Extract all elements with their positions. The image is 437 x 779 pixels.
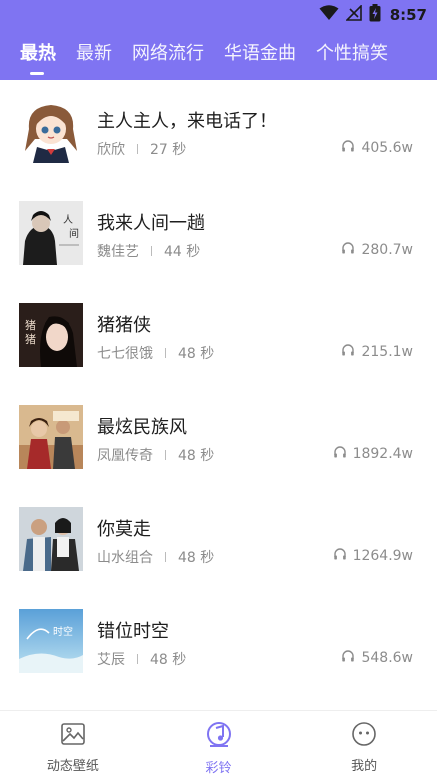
- svg-text:人: 人: [63, 214, 73, 226]
- bottom-navigation: 动态壁纸 彩铃 我的: [0, 710, 437, 779]
- top-bar: 8:57 最热 最新 网络流行 华语金曲 个性搞笑: [0, 0, 437, 80]
- divider: [165, 348, 166, 358]
- play-count: 215.1w: [341, 343, 413, 361]
- play-count: 405.6w: [341, 139, 413, 157]
- play-count-value: 1892.4w: [352, 446, 413, 462]
- headphones-icon: [333, 547, 347, 565]
- list-item[interactable]: 时空 错位时空 艾辰 48 秒 548.6w: [0, 590, 437, 692]
- artist-name: 艾辰: [97, 652, 125, 668]
- face-icon: [351, 721, 377, 751]
- nav-profile[interactable]: 我的: [291, 711, 437, 779]
- play-count: 280.7w: [341, 241, 413, 259]
- headphones-icon: [341, 241, 355, 259]
- album-cover: 猪 猪: [19, 303, 83, 367]
- tab-label: 最新: [76, 43, 112, 64]
- duration: 48 秒: [150, 652, 187, 668]
- song-meta: 魏佳艺 44 秒: [97, 241, 200, 261]
- album-cover: 时空: [19, 609, 83, 673]
- song-title: 主人主人，来电话了！: [97, 111, 277, 132]
- divider: [137, 144, 138, 154]
- artist-name: 山水组合: [97, 550, 153, 566]
- clock: 8:57: [389, 6, 427, 24]
- play-count-value: 280.7w: [361, 242, 413, 258]
- song-title: 猪猪侠: [97, 315, 151, 336]
- song-title: 我来人间一趟: [97, 213, 205, 234]
- play-count-value: 548.6w: [361, 650, 413, 666]
- list-item[interactable]: 猪 猪 猪猪侠 七七很饿 48 秒 215.1w: [0, 284, 437, 386]
- song-meta: 七七很饿 48 秒: [97, 343, 214, 363]
- play-count: 1264.9w: [333, 547, 413, 565]
- headphones-icon: [341, 649, 355, 667]
- ringtone-list: 主人主人，来电话了！ 欣欣 27 秒 405.6w 人 间 我来人间一趟 魏佳艺…: [0, 80, 437, 710]
- list-item[interactable]: 你莫走 山水组合 48 秒 1264.9w: [0, 488, 437, 590]
- song-title: 你莫走: [97, 519, 151, 540]
- nav-label: 彩铃: [205, 761, 232, 776]
- status-bar: 8:57: [0, 0, 437, 30]
- divider: [165, 552, 166, 562]
- duration: 48 秒: [178, 346, 215, 362]
- song-meta: 山水组合 48 秒: [97, 547, 214, 567]
- svg-text:时空: 时空: [53, 625, 73, 638]
- nav-label: 我的: [351, 759, 378, 774]
- nav-live-wallpaper[interactable]: 动态壁纸: [0, 711, 146, 779]
- headphones-icon: [333, 445, 347, 463]
- play-count: 548.6w: [341, 649, 413, 667]
- play-count-value: 1264.9w: [352, 548, 413, 564]
- divider: [165, 450, 166, 460]
- tab-internet-popular[interactable]: 网络流行: [122, 30, 214, 80]
- artist-name: 魏佳艺: [97, 244, 139, 260]
- song-meta: 欣欣 27 秒: [97, 139, 186, 159]
- headphones-icon: [341, 139, 355, 157]
- image-icon: [60, 721, 86, 751]
- category-tabs: 最热 最新 网络流行 华语金曲 个性搞笑: [0, 30, 437, 80]
- tab-label: 最热: [20, 43, 56, 64]
- song-meta: 凤凰传奇 48 秒: [97, 445, 214, 465]
- headphones-icon: [341, 343, 355, 361]
- play-count-value: 215.1w: [361, 344, 413, 360]
- active-tab-indicator: [30, 72, 44, 75]
- artist-name: 欣欣: [97, 142, 125, 158]
- ringtone-icon: [205, 721, 233, 753]
- album-cover: [19, 405, 83, 469]
- artist-name: 凤凰传奇: [97, 448, 153, 464]
- song-meta: 艾辰 48 秒: [97, 649, 186, 669]
- tab-funny[interactable]: 个性搞笑: [306, 30, 398, 80]
- tab-newest[interactable]: 最新: [66, 30, 122, 80]
- list-item[interactable]: 人 间 我来人间一趟 魏佳艺 44 秒 280.7w: [0, 182, 437, 284]
- nav-label: 动态壁纸: [46, 759, 99, 774]
- duration: 44 秒: [164, 244, 201, 260]
- tab-label: 华语金曲: [224, 43, 296, 64]
- divider: [137, 654, 138, 664]
- song-title: 错位时空: [97, 621, 169, 642]
- duration: 48 秒: [178, 448, 215, 464]
- divider: [151, 246, 152, 256]
- tab-hottest[interactable]: 最热: [0, 30, 66, 80]
- list-item[interactable]: 主人主人，来电话了！ 欣欣 27 秒 405.6w: [0, 80, 437, 182]
- svg-text:猪: 猪: [25, 319, 36, 332]
- tab-label: 个性搞笑: [316, 43, 388, 64]
- album-cover: [19, 99, 83, 163]
- signal-icon: [344, 4, 362, 25]
- duration: 48 秒: [178, 550, 215, 566]
- list-item[interactable]: 最炫民族风 凤凰传奇 48 秒 1892.4w: [0, 386, 437, 488]
- play-count-value: 405.6w: [361, 140, 413, 156]
- svg-text:猪: 猪: [25, 333, 36, 346]
- artist-name: 七七很饿: [97, 346, 153, 362]
- battery-icon: [369, 4, 381, 26]
- duration: 27 秒: [150, 142, 187, 158]
- play-count: 1892.4w: [333, 445, 413, 463]
- tab-label: 网络流行: [132, 43, 204, 64]
- album-cover: [19, 507, 83, 571]
- song-title: 最炫民族风: [97, 417, 187, 438]
- wifi-icon: [319, 5, 339, 25]
- tab-chinese-classics[interactable]: 华语金曲: [214, 30, 306, 80]
- nav-ringtone[interactable]: 彩铃: [146, 711, 292, 779]
- svg-text:间: 间: [69, 227, 79, 240]
- album-cover: 人 间: [19, 201, 83, 265]
